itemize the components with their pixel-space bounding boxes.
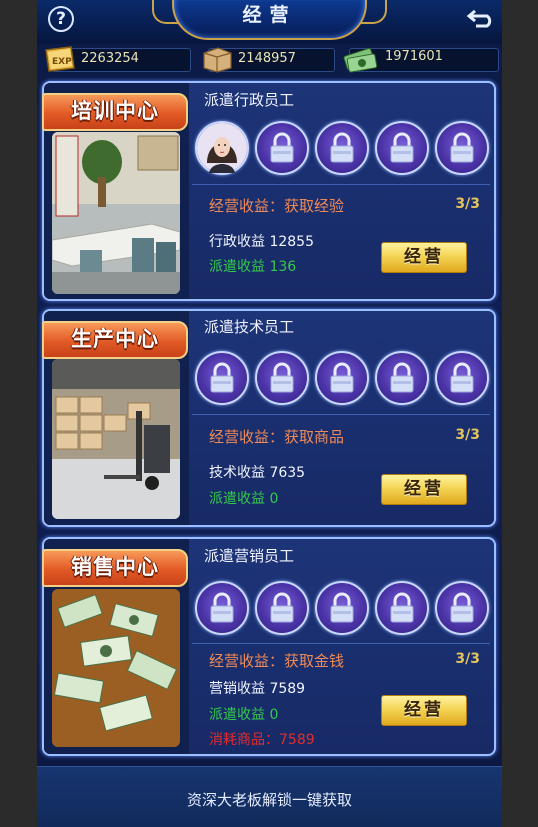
locked-slot[interactable] xyxy=(375,351,429,405)
center-name-label: 生产中心 xyxy=(42,321,188,359)
help-button[interactable]: ? xyxy=(48,6,74,32)
lock-icon xyxy=(270,362,294,393)
title-plate: 经营 xyxy=(152,0,387,40)
operate-button[interactable]: 经营 xyxy=(381,242,467,273)
dispatch-income-text: 派遣收益 0 xyxy=(209,707,279,723)
lock-icon xyxy=(390,132,414,163)
training-room-image xyxy=(52,132,180,294)
cash-icon xyxy=(343,48,378,73)
dispatch-income-text: 派遣收益 0 xyxy=(209,491,279,507)
goods-value: 2148957 xyxy=(238,51,296,66)
locked-slot[interactable] xyxy=(435,121,489,175)
operate-button[interactable]: 经营 xyxy=(381,474,467,505)
money-image xyxy=(52,589,180,747)
lock-icon xyxy=(450,362,474,393)
exp-icon: EXP xyxy=(45,46,75,72)
perk-text: 经营收益：获取经验 xyxy=(209,197,345,215)
lock-icon xyxy=(210,592,234,623)
operate-button[interactable]: 经营 xyxy=(381,695,467,726)
center-panel-production: 生产中心 派遣技术员工 经营收益：获取商品 3/3 技术收益 7635 派遣收益… xyxy=(42,309,496,527)
warehouse-image xyxy=(52,359,180,519)
bottom-bar[interactable]: 资深大老板解锁一键获取 xyxy=(37,766,502,827)
lock-icon xyxy=(450,592,474,623)
svg-text:EXP: EXP xyxy=(52,57,72,67)
lock-icon xyxy=(390,592,414,623)
locked-slot[interactable] xyxy=(255,351,309,405)
exp-value: 2263254 xyxy=(81,51,139,66)
lock-icon xyxy=(390,362,414,393)
dispatch-count: 3/3 xyxy=(455,427,480,443)
page-title: 经营 xyxy=(242,4,297,26)
locked-slot[interactable] xyxy=(375,581,429,635)
perk-text: 经营收益：获取金钱 xyxy=(209,652,345,670)
lock-icon xyxy=(330,132,354,163)
left-margin xyxy=(0,0,37,827)
dispatch-count: 3/3 xyxy=(455,651,480,667)
game-screen: ? 经营 EXP 2263254 2148957 1971601 培训中心 派遣… xyxy=(37,0,502,827)
lock-icon xyxy=(270,592,294,623)
employee-slot-avatar[interactable] xyxy=(195,121,249,175)
back-button[interactable] xyxy=(466,5,496,31)
lock-icon xyxy=(330,592,354,623)
resource-goods: 2148957 xyxy=(200,47,336,73)
locked-slot[interactable] xyxy=(255,581,309,635)
income-text: 营销收益 7589 xyxy=(209,681,306,697)
dispatch-income-text: 派遣收益 136 xyxy=(209,259,297,275)
center-panel-training: 培训中心 派遣行政员工 经营收益：获取经验 3/3 行政收益 12855 派遣收… xyxy=(42,81,496,301)
divider xyxy=(192,643,490,644)
locked-slot[interactable] xyxy=(195,581,249,635)
resource-bar: EXP 2263254 2148957 1971601 xyxy=(37,44,502,76)
money-value: 1971601 xyxy=(385,49,443,64)
dispatch-count: 3/3 xyxy=(455,196,480,212)
dispatch-title: 派遣技术员工 xyxy=(204,318,295,336)
locked-slot[interactable] xyxy=(315,581,369,635)
lock-icon xyxy=(330,362,354,393)
cost-text: 消耗商品：7589 xyxy=(209,732,315,748)
dispatch-title: 派遣营销员工 xyxy=(204,547,295,565)
help-icon: ? xyxy=(56,9,66,29)
divider xyxy=(192,184,490,185)
locked-slot[interactable] xyxy=(435,351,489,405)
back-arrow-icon xyxy=(466,9,492,28)
center-name-label: 销售中心 xyxy=(42,549,188,587)
right-margin xyxy=(502,0,538,827)
income-text: 行政收益 12855 xyxy=(209,234,314,250)
divider xyxy=(192,414,490,415)
lock-icon xyxy=(210,362,234,393)
crate-icon xyxy=(203,47,232,73)
dispatch-title: 派遣行政员工 xyxy=(204,91,295,109)
unlock-hint: 资深大老板解锁一键获取 xyxy=(186,791,352,809)
resource-money: 1971601 xyxy=(341,48,499,73)
resource-exp: EXP 2263254 xyxy=(43,46,191,72)
locked-slot[interactable] xyxy=(315,351,369,405)
locked-slot[interactable] xyxy=(375,121,429,175)
lock-icon xyxy=(270,132,294,163)
income-text: 技术收益 7635 xyxy=(209,465,306,481)
locked-slot[interactable] xyxy=(195,351,249,405)
locked-slot[interactable] xyxy=(255,121,309,175)
locked-slot[interactable] xyxy=(435,581,489,635)
center-panel-sales: 销售中心 派遣营销员工 经营收益：获取金钱 3/3 营销收益 7589 派遣收益… xyxy=(42,537,496,756)
lock-icon xyxy=(450,132,474,163)
header-bar: ? 经营 xyxy=(37,0,502,44)
employee-avatar xyxy=(197,123,247,173)
perk-text: 经营收益：获取商品 xyxy=(209,428,345,446)
locked-slot[interactable] xyxy=(315,121,369,175)
center-name-label: 培训中心 xyxy=(42,93,188,131)
